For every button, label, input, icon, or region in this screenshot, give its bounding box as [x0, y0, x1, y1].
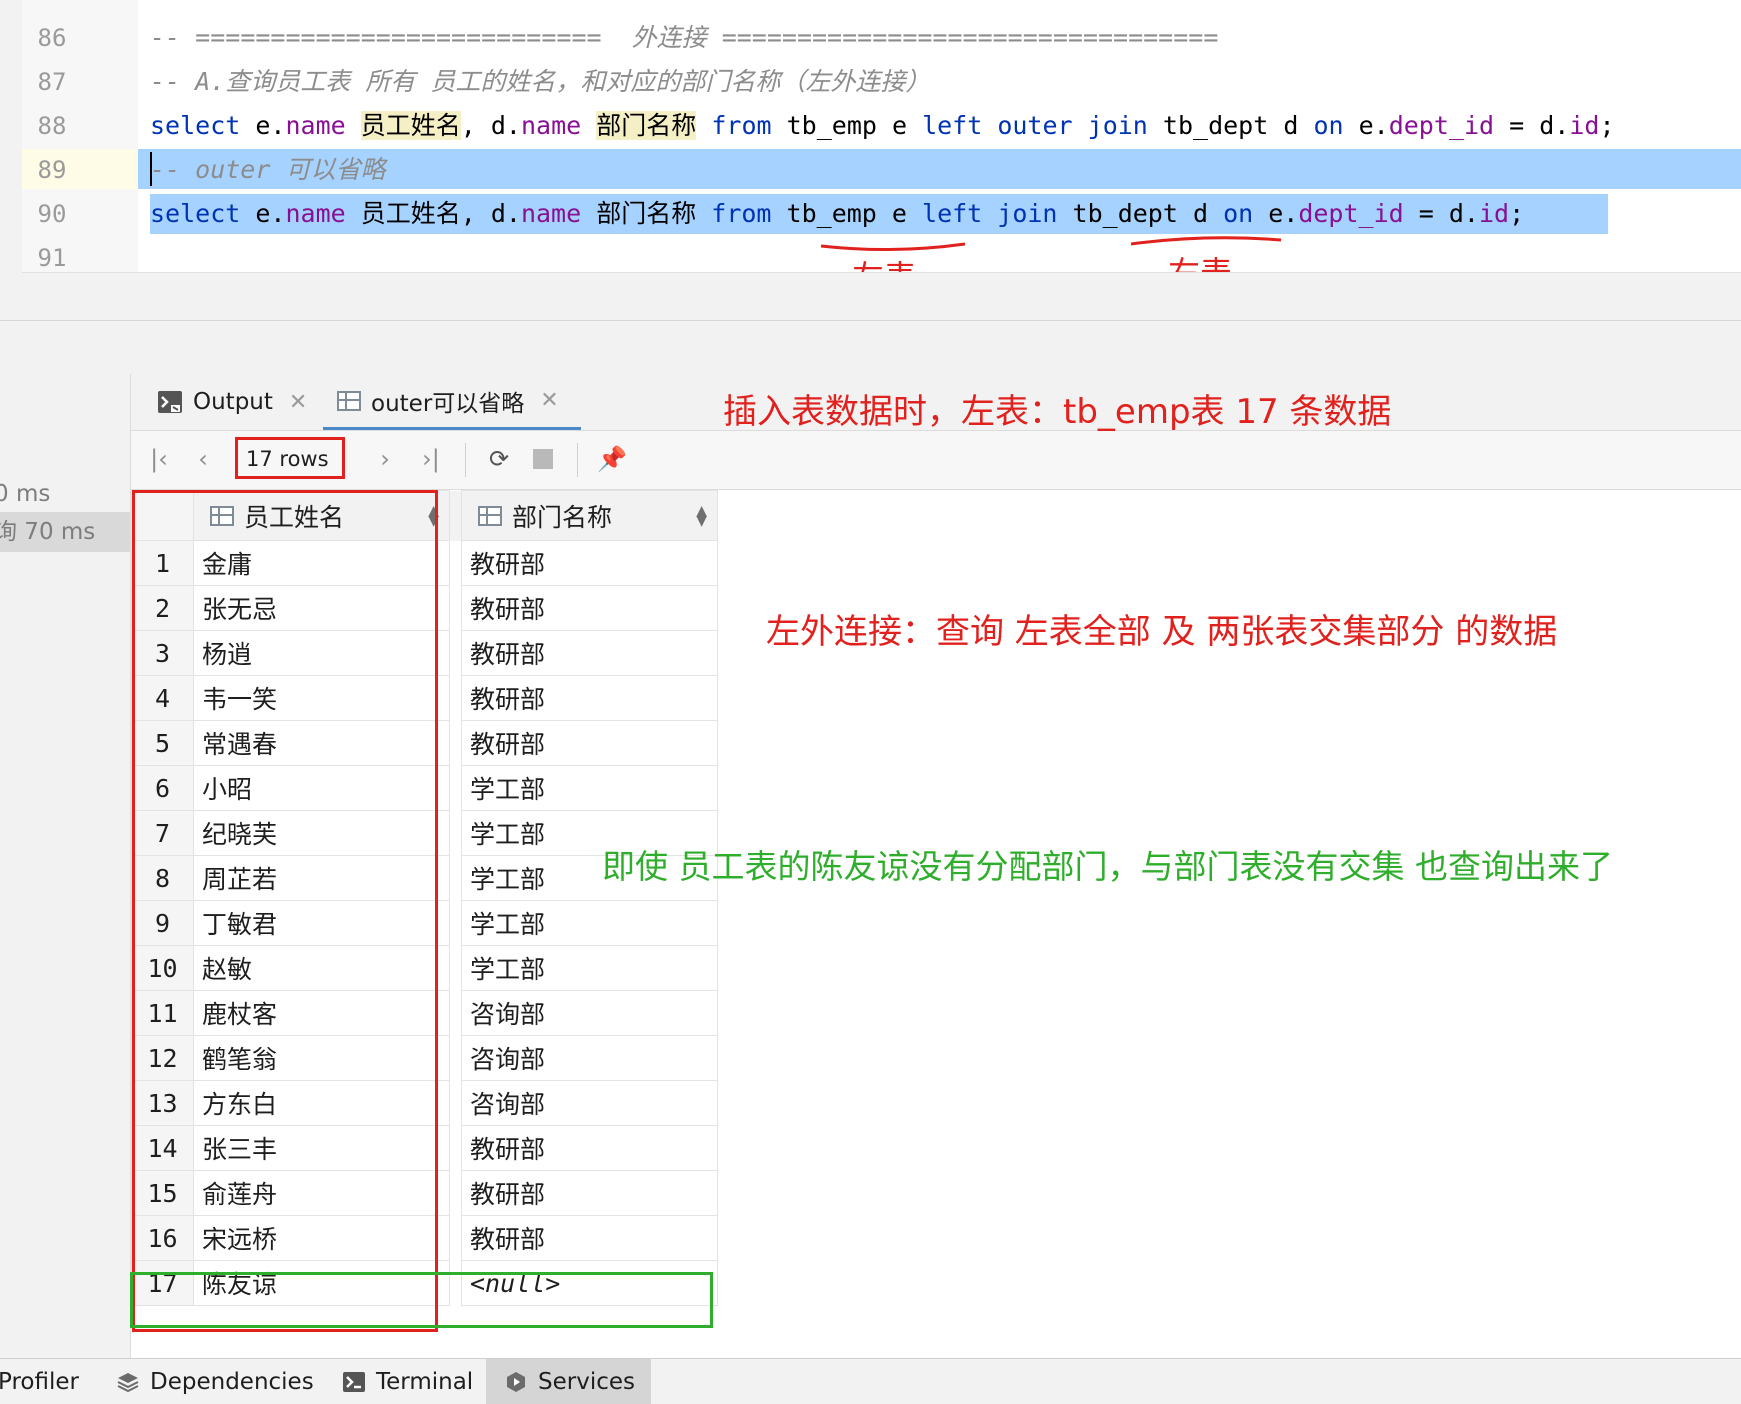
column-gap: [449, 1125, 462, 1171]
sql-statement: select e.name 员工姓名, d.name 部门名称 from tb_…: [150, 111, 1615, 140]
column-gap: [449, 990, 462, 1036]
sql-editor[interactable]: 86 -- =========================== 外连接 ==…: [0, 0, 1741, 419]
tool-services[interactable]: Services: [486, 1359, 651, 1404]
tool-profiler[interactable]: Profiler: [0, 1359, 85, 1404]
last-page-icon[interactable]: ›|: [417, 445, 445, 473]
line-number: 88: [37, 112, 67, 140]
cell-dept-name[interactable]: 教研部: [461, 720, 718, 766]
tool-services-label: Services: [538, 1368, 635, 1395]
refresh-icon[interactable]: ⟳: [485, 445, 513, 473]
cell-dept-name[interactable]: 学工部: [461, 945, 718, 991]
column-header-dept-name[interactable]: 部门名称 ▲ ▼: [461, 490, 718, 541]
cell-dept-name[interactable]: 咨询部: [461, 1080, 718, 1126]
cell-dept-name[interactable]: 教研部: [461, 540, 718, 586]
column-gap: [449, 1035, 462, 1081]
cell-dept-name[interactable]: 咨询部: [461, 1035, 718, 1081]
column-header-label: 部门名称: [512, 502, 613, 532]
line-number: 87: [37, 68, 67, 96]
toolbar-divider: [465, 443, 466, 477]
pin-icon[interactable]: 📌: [597, 445, 627, 473]
line-number: 89: [37, 156, 67, 184]
next-page-icon[interactable]: ›: [371, 445, 399, 473]
tool-dependencies-label: Dependencies: [150, 1368, 314, 1395]
cell-dept-name[interactable]: 学工部: [461, 900, 718, 946]
panel-splitter[interactable]: [0, 320, 1741, 375]
result-tab-bar: Output ✕ outer可以省略 ✕ 插入表数据时，左表：tb_emp表 1…: [131, 374, 1741, 432]
close-icon[interactable]: ✕: [289, 390, 307, 415]
sql-statement: select e.name 员工姓名, d.name 部门名称 from tb_…: [150, 199, 1525, 228]
rows-highlight-box: [235, 437, 345, 479]
cell-dept-name[interactable]: 教研部: [461, 585, 718, 631]
cell-dept-name[interactable]: 教研部: [461, 1125, 718, 1171]
tool-profiler-label: Profiler: [0, 1368, 79, 1395]
services-tree[interactable]: 0 ms 询 70 ms: [0, 374, 131, 1358]
tab-output-label: Output: [193, 389, 273, 415]
cell-dept-name[interactable]: 学工部: [461, 765, 718, 811]
code-line-90[interactable]: 90 select e.name 员工姓名, d.name 部门名称 from …: [0, 192, 1741, 419]
code-line-88[interactable]: 88 select e.name 员工姓名, d.name 部门名称 from …: [0, 104, 1741, 148]
editor-bottom-area: [22, 272, 1741, 321]
output-console-icon: [158, 391, 182, 413]
right-table-underline: [1130, 236, 1282, 246]
result-toolbar: |‹ ‹ 17 rows ⌄ › ›| ⟳ 📌: [131, 431, 1741, 508]
column-gap: [449, 490, 462, 541]
cell-dept-name[interactable]: 教研部: [461, 1215, 718, 1261]
left-table-highlight-box: [132, 490, 438, 1332]
tab-result-set[interactable]: outer可以省略 ✕: [323, 374, 581, 430]
column-gap: [449, 945, 462, 991]
tool-terminal[interactable]: Terminal: [334, 1359, 481, 1404]
text-caret: [150, 152, 152, 186]
services-icon: [507, 1371, 525, 1392]
code-line-87[interactable]: 87 -- A.查询员工表 所有 员工的姓名，和对应的部门名称（左外连接）: [0, 60, 1741, 104]
line-number: 86: [37, 24, 67, 52]
column-gap: [449, 1080, 462, 1126]
code-line-86[interactable]: 86 -- =========================== 外连接 ==…: [0, 16, 1741, 60]
column-gap: [449, 540, 462, 586]
column-gap: [449, 855, 462, 901]
tab-output[interactable]: Output ✕: [157, 374, 307, 430]
comment-text: -- outer 可以省略: [150, 155, 386, 184]
service-tree-item-selected[interactable]: 询 70 ms: [0, 512, 130, 552]
stop-icon[interactable]: [529, 445, 557, 473]
column-gap: [449, 630, 462, 676]
table-icon: [337, 390, 361, 411]
tool-terminal-label: Terminal: [376, 1368, 474, 1395]
prev-page-icon[interactable]: ‹: [189, 445, 217, 473]
null-row-highlight-box: [130, 1272, 713, 1328]
cell-dept-name[interactable]: 教研部: [461, 1170, 718, 1216]
terminal-icon: [343, 1371, 365, 1392]
first-page-icon[interactable]: |‹: [145, 445, 173, 473]
cell-dept-name[interactable]: 教研部: [461, 630, 718, 676]
line-number: 90: [37, 200, 67, 228]
tab-result-label: outer可以省略: [371, 390, 525, 417]
column-gap: [449, 675, 462, 721]
layers-icon: [117, 1372, 139, 1392]
column-gap: [449, 720, 462, 766]
comment-text: -- A.查询员工表 所有 员工的姓名，和对应的部门名称（左外连接）: [150, 67, 931, 96]
column-gap: [449, 1215, 462, 1261]
cell-dept-name[interactable]: 咨询部: [461, 990, 718, 1036]
column-gap: [449, 1170, 462, 1216]
column-icon: [478, 505, 502, 526]
service-tree-item[interactable]: 0 ms: [0, 474, 124, 514]
close-icon[interactable]: ✕: [540, 388, 558, 413]
comment-text: -- =========================== 外连接 =====…: [150, 23, 1219, 52]
column-gap: [449, 810, 462, 856]
tool-window-bar: Profiler Dependencies Terminal Services: [0, 1358, 1741, 1404]
code-line-89[interactable]: 89 -- outer 可以省略: [0, 148, 1741, 192]
tool-dependencies[interactable]: Dependencies: [108, 1359, 322, 1404]
toolbar-divider: [577, 443, 578, 477]
column-gap: [449, 900, 462, 946]
insert-data-annotation: 插入表数据时，左表：tb_emp表 17 条数据: [723, 392, 1392, 432]
column-gap: [449, 765, 462, 811]
left-outer-join-annotation: 左外连接：查询 左表全部 及 两张表交集部分 的数据: [766, 612, 1558, 652]
cell-dept-name[interactable]: 教研部: [461, 675, 718, 721]
sort-icon[interactable]: ▲ ▼: [696, 504, 707, 528]
null-row-annotation: 即使 员工表的陈友谅没有分配部门，与部门表没有交集 也查询出来了: [602, 847, 1613, 886]
column-gap: [449, 585, 462, 631]
